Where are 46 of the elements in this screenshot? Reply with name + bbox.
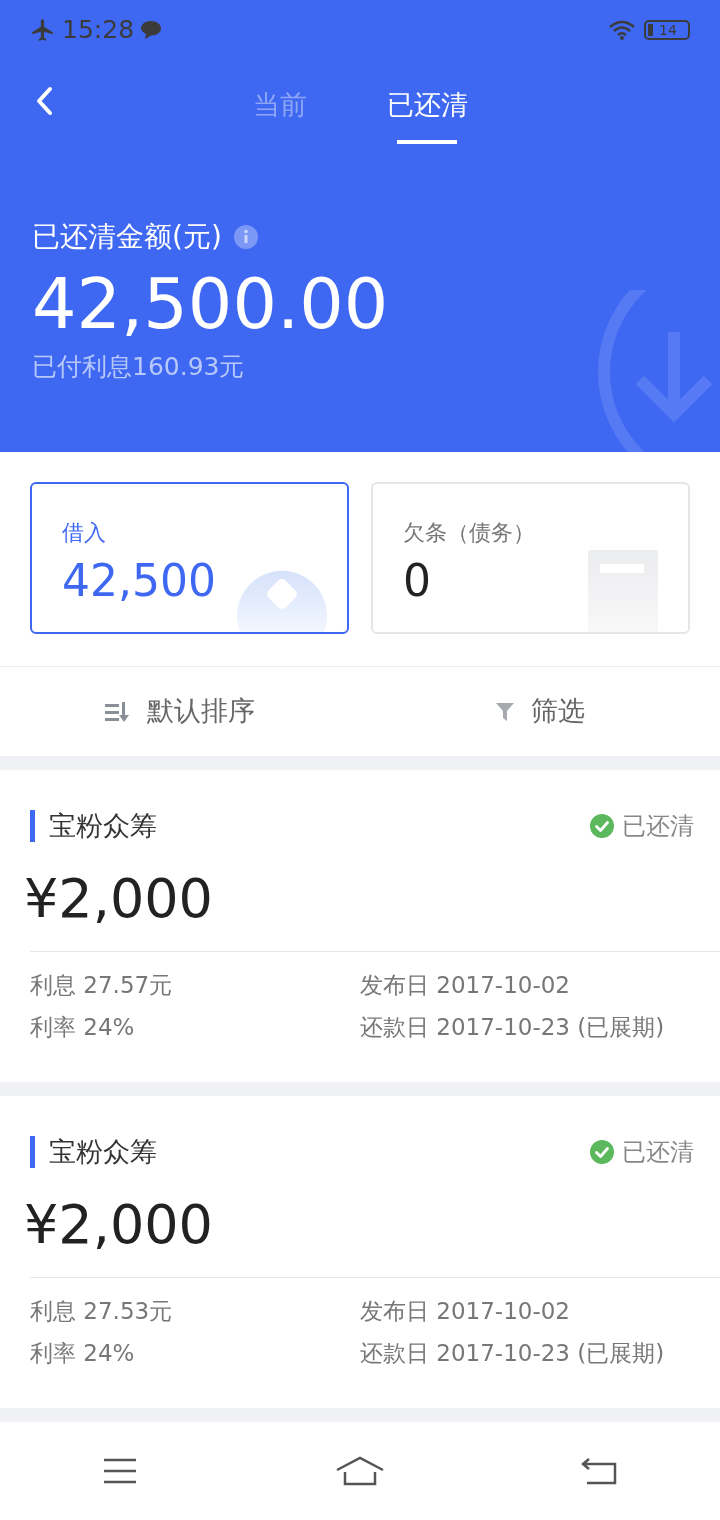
stat-value: 42,500	[62, 554, 216, 608]
loan-amount: ¥2,000	[24, 1191, 214, 1258]
tab-underline	[397, 140, 457, 144]
check-icon	[590, 814, 614, 839]
filter-icon	[495, 701, 515, 722]
loan-rate: 利率 24%	[30, 1339, 136, 1368]
stat-card[interactable]: 借入 42,500	[30, 482, 349, 634]
loan-interest: 利息 27.53元	[30, 1296, 174, 1326]
due-date: 还款日 2017-10-23 (已展期)	[360, 1339, 666, 1368]
summary-title: 已还清金额(元)	[32, 219, 222, 255]
loan-card[interactable]: 宝粉众筹 已还清 ¥2,000 利息 27.53元 发布日 2017-10-02 利率 24% 还款日 2017-10-23 (已展期)	[0, 1096, 720, 1408]
publish-date: 发布日 2017-10-02	[360, 1296, 571, 1326]
back-icon[interactable]	[34, 86, 54, 116]
airplane-icon	[30, 17, 56, 43]
menu-icon[interactable]	[102, 1457, 138, 1485]
loan-amount: ¥2,000	[24, 865, 214, 932]
stat-label: 欠条（债务）	[403, 519, 536, 547]
battery-fill	[648, 24, 653, 36]
sort-icon	[105, 701, 131, 722]
info-icon[interactable]	[233, 225, 258, 249]
loan-status: 已还清	[622, 1137, 694, 1169]
message-icon	[140, 20, 163, 40]
publish-date: 发布日 2017-10-02	[360, 970, 571, 1000]
stat-value: 0	[403, 554, 431, 608]
loan-name: 宝粉众筹	[49, 1135, 157, 1169]
status-time: 15:28	[62, 14, 135, 47]
loan-card[interactable]: 宝粉众筹 已还清 ¥2,000 利息 27.57元 发布日 2017-10-02 利率 24% 还款日 2017-10-23 (已展期)	[0, 770, 720, 1082]
accent-bar	[30, 810, 35, 843]
stat-card[interactable]: 欠条（债务） 0	[371, 482, 690, 634]
accent-bar	[30, 1136, 35, 1169]
loan-interest: 利息 27.57元	[30, 970, 174, 1000]
check-icon	[590, 1140, 614, 1165]
home-icon[interactable]	[335, 1456, 385, 1486]
due-date: 还款日 2017-10-23 (已展期)	[360, 1013, 666, 1042]
summary-amount: 42,500.00	[32, 262, 390, 347]
loan-name: 宝粉众筹	[49, 809, 157, 843]
loan-rate: 利率 24%	[30, 1013, 136, 1042]
back-icon[interactable]	[581, 1457, 619, 1485]
filter-button[interactable]: 筛选	[360, 667, 720, 756]
loan-status: 已还清	[622, 811, 694, 843]
summary-interest: 已付利息160.93元	[32, 351, 246, 383]
sort-button[interactable]: 默认排序	[0, 667, 360, 756]
stat-label: 借入	[62, 519, 107, 547]
document-icon	[588, 550, 658, 632]
tab[interactable]: 已还清	[386, 60, 468, 150]
battery-level: 14	[659, 23, 677, 37]
